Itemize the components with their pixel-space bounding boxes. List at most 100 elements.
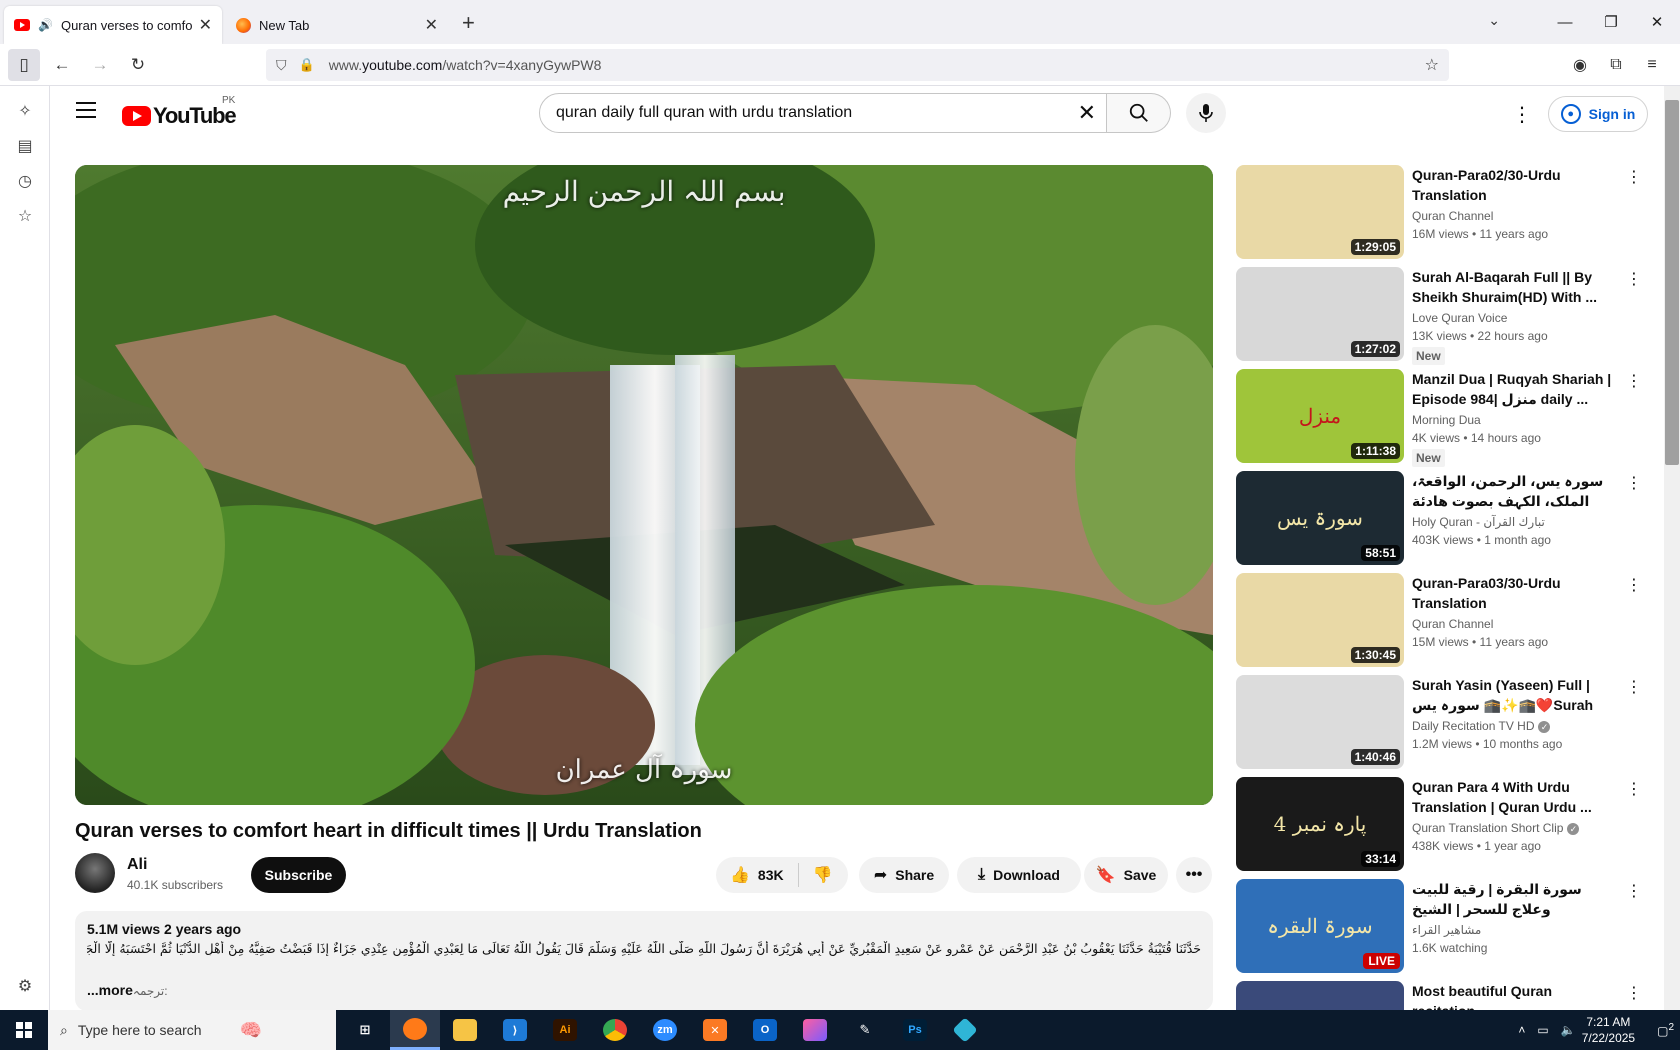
zoom-icon[interactable]: zm [640,1010,690,1050]
avatar[interactable] [75,853,115,893]
taskbar-search-input[interactable]: ⌕ Type here to search 🧠 [48,1010,336,1050]
gear-icon[interactable]: ⚙ [0,969,50,1004]
clock[interactable]: 7:21 AM 7/22/2025 [1582,1014,1635,1046]
close-tab-icon[interactable]: ✕ [199,15,212,35]
recommendation-kebab-icon[interactable]: ⋮ [1626,269,1642,289]
recommendation-channel[interactable]: Holy Quran - تبارك القرآن [1412,515,1612,529]
video-thumbnail[interactable]: سورۃ یس 58:51 [1236,471,1404,565]
recommendation-title[interactable]: Manzil Dua | Ruqyah Shariah | Episode 98… [1412,369,1612,409]
recommendation-channel[interactable]: مشاهير القراء [1412,923,1612,937]
like-button[interactable]: 👍 83K [716,863,799,887]
photos-icon[interactable] [790,1010,840,1050]
recommendation-kebab-icon[interactable]: ⋮ [1626,779,1642,799]
recommendation-title[interactable]: Most beautiful Quran recitation [1412,981,1612,1010]
video-thumbnail[interactable]: منزل 1:11:38 [1236,369,1404,463]
tracking-shield-icon[interactable]: ⛉ [276,57,287,74]
recommendation-title[interactable]: Surah Al-Baqarah Full || By Sheikh Shura… [1412,267,1612,307]
recommendation-kebab-icon[interactable]: ⋮ [1626,167,1642,187]
recommendation-title[interactable]: Quran-Para02/30-Urdu Translation [1412,165,1612,205]
download-button[interactable]: ⤓ Download [957,857,1081,893]
app-diamond-icon[interactable] [940,1010,990,1050]
history-icon[interactable]: ◷ [0,164,50,199]
vscode-icon[interactable]: ⟩ [490,1010,540,1050]
subscribe-button[interactable]: Subscribe [251,857,346,893]
close-window-icon[interactable]: ✕ [1634,13,1680,31]
menu-icon[interactable]: ≡ [1634,49,1670,81]
scrollbar-thumb[interactable] [1665,100,1679,465]
video-thumbnail[interactable] [1236,981,1404,1010]
recommendation-title[interactable]: Surah Yasin (Yaseen) Full | سورہ یس 🕋✨🕋❤… [1412,675,1612,715]
lock-icon[interactable]: 🔒 [299,57,315,73]
recommendation-kebab-icon[interactable]: ⋮ [1626,473,1642,493]
start-button[interactable] [0,1010,48,1050]
recommendation-channel[interactable]: Quran Channel [1412,617,1612,631]
video-player[interactable]: بسم اللہ الرحمن الرحیم سورہ آل عمران [75,165,1213,805]
recommendation-kebab-icon[interactable]: ⋮ [1626,881,1642,901]
bookmarks-icon[interactable]: ☆ [0,199,50,234]
speaker-icon[interactable]: 🔊 [38,18,53,32]
tray-chevron-icon[interactable]: ˄ [1518,1023,1525,1037]
save-button[interactable]: 🔖 Save [1084,857,1168,893]
minimize-icon[interactable]: — [1542,14,1588,31]
tab-youtube[interactable]: 🔊 Quran verses to comfort he ✕ [4,6,222,44]
url-bar[interactable]: ⛉ 🔒 www.youtube.com/watch?v=4xanyGywPW8 … [266,49,1449,81]
youtube-logo[interactable]: YouTube PK [122,95,237,129]
photoshop-icon[interactable]: Ps [890,1010,940,1050]
settings-kebab-icon[interactable]: ⋮ [1512,102,1532,127]
forward-icon[interactable]: → [84,49,116,81]
sidebar-toggle-icon[interactable]: ▯ [8,48,40,81]
recommendation-channel[interactable]: Quran Translation Short Clip ✓ [1412,821,1612,835]
video-thumbnail[interactable]: 1:40:46 [1236,675,1404,769]
voice-search-button[interactable] [1186,93,1226,133]
more-actions-button[interactable]: ••• [1176,857,1212,893]
video-thumbnail[interactable]: 1:29:05 [1236,165,1404,259]
reload-icon[interactable]: ↻ [122,49,154,81]
video-thumbnail[interactable]: پارہ نمبر 4 33:14 [1236,777,1404,871]
close-tab-icon[interactable]: ✕ [425,15,438,35]
chrome-icon[interactable] [590,1010,640,1050]
recommendation-channel[interactable]: Morning Dua [1412,413,1612,427]
description-more[interactable]: ...moreترجمہ: [87,982,1201,998]
search-input[interactable]: quran daily full quran with urdu transla… [539,93,1107,133]
recommendation-title[interactable]: سورة البقرة | رقية للبيت وعلاج للسحر | ا… [1412,879,1612,919]
description-box[interactable]: 5.1M views 2 years ago حَدَّثَنَا قُتَيْ… [75,911,1213,1011]
back-icon[interactable]: ← [46,49,78,81]
outlook-icon[interactable]: O [740,1010,790,1050]
recommendation-channel[interactable]: Quran Channel [1412,209,1612,223]
list-tabs-chevron-icon[interactable]: ⌄ [1488,12,1500,29]
sign-in-button[interactable]: ● Sign in [1548,96,1648,132]
account-icon[interactable]: ◉ [1562,49,1598,81]
search-button[interactable] [1107,93,1171,133]
task-view-icon[interactable]: ⊞ [340,1010,390,1050]
video-thumbnail[interactable]: 1:27:02 [1236,267,1404,361]
pen-tool-icon[interactable]: ✎ [840,1010,890,1050]
file-explorer-icon[interactable] [440,1010,490,1050]
recommendation-title[interactable]: Quran-Para03/30-Urdu Translation [1412,573,1612,613]
illustrator-icon[interactable]: Ai [540,1010,590,1050]
dislike-button[interactable]: 👎 [799,865,833,885]
volume-icon[interactable]: 🔈 [1561,1023,1576,1037]
clear-search-icon[interactable]: ✕ [1078,100,1096,126]
recommendation-kebab-icon[interactable]: ⋮ [1626,575,1642,595]
recommendation-kebab-icon[interactable]: ⋮ [1626,677,1642,697]
share-button[interactable]: ➦ Share [859,857,949,893]
ai-chat-icon[interactable]: ✧ [0,94,50,129]
network-icon[interactable]: ▭ [1537,1023,1548,1037]
recommendation-title[interactable]: سورہ یس، الرحمن، الواقعۃ، الملک، الکہف ب… [1412,471,1612,511]
recommendation-channel[interactable]: Love Quran Voice [1412,311,1612,325]
hamburger-menu-icon[interactable] [76,102,96,118]
video-thumbnail[interactable]: سورۃ البقرہ LIVE [1236,879,1404,973]
maximize-icon[interactable]: ❐ [1588,13,1634,31]
channel-name[interactable]: Ali [127,856,147,874]
recommendation-kebab-icon[interactable]: ⋮ [1626,371,1642,391]
xampp-icon[interactable]: ✕ [690,1010,740,1050]
recommendation-channel[interactable]: Daily Recitation TV HD ✓ [1412,719,1612,733]
new-tab-button[interactable]: + [462,10,475,36]
notification-icon[interactable]: ▢2 [1657,1022,1674,1038]
extensions-icon[interactable]: ⧉ [1598,49,1634,81]
recommendation-title[interactable]: Quran Para 4 With Urdu Translation | Qur… [1412,777,1612,817]
tab-new-tab[interactable]: New Tab ✕ [226,6,448,44]
video-thumbnail[interactable]: 1:30:45 [1236,573,1404,667]
firefox-app-icon[interactable] [390,1010,440,1050]
recommendation-kebab-icon[interactable]: ⋮ [1626,983,1642,1003]
